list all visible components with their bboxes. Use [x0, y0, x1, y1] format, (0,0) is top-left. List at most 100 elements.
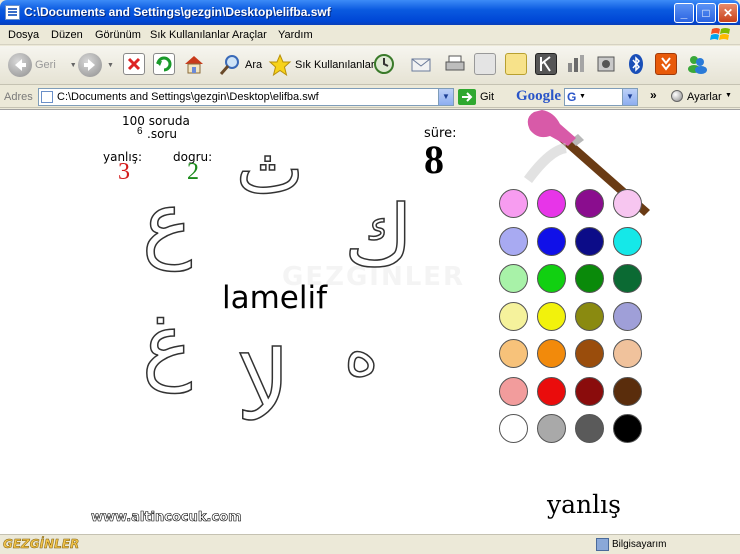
letter-tha[interactable]: ث	[235, 131, 304, 205]
palette-color-27[interactable]	[613, 414, 642, 443]
google-menu-icon[interactable]: ▼	[579, 93, 586, 100]
letter-ayn[interactable]: ع	[141, 179, 193, 265]
palette-color-19[interactable]	[613, 339, 642, 368]
document-icon	[5, 5, 20, 20]
wrong-count: 3	[118, 159, 130, 185]
palette-color-21[interactable]	[537, 376, 566, 406]
browser-window: C:\Documents and Settings\gezgin\Desktop…	[0, 0, 740, 554]
star-icon	[268, 53, 292, 77]
back-button[interactable]: Geri ▼	[8, 50, 77, 80]
favorites-label: Sık Kullanılanlar	[295, 59, 375, 71]
google-g-icon: G	[567, 90, 577, 104]
address-bar: Adres C:\Documents and Settings\gezgin\D…	[0, 86, 740, 108]
k-app-icon[interactable]	[535, 53, 557, 75]
search-button[interactable]: Ara	[218, 50, 262, 80]
flash-content: 100 soruda 6 .soru yanlış: 3 dogru: 2 sü…	[0, 109, 740, 534]
palette-color-1[interactable]	[537, 189, 566, 218]
bluetooth-icon[interactable]	[625, 53, 647, 75]
notes-icon[interactable]	[505, 53, 527, 75]
palette-color-24[interactable]	[499, 414, 528, 443]
download-icon[interactable]	[655, 53, 677, 75]
palette-color-16[interactable]	[499, 339, 528, 368]
minimize-button[interactable]: _	[674, 3, 694, 23]
settings-icon	[671, 90, 683, 102]
address-label: Adres	[4, 91, 33, 103]
letter-ha[interactable]: ه	[343, 319, 379, 387]
palette-color-26[interactable]	[575, 414, 604, 443]
windows-logo-icon	[710, 28, 730, 40]
more-chevron[interactable]: »	[650, 88, 657, 102]
palette-color-25[interactable]	[537, 414, 566, 443]
palette-color-14[interactable]	[575, 301, 604, 331]
letter-kaf[interactable]: ك	[343, 193, 414, 279]
menu-edit[interactable]: Düzen	[51, 29, 83, 41]
palette-color-20[interactable]	[499, 376, 528, 406]
palette-color-13[interactable]	[537, 301, 566, 331]
google-search-input[interactable]: G ▼ ▼	[564, 88, 638, 106]
home-icon[interactable]	[183, 53, 205, 75]
palette-color-18[interactable]	[575, 339, 604, 368]
computer-icon	[596, 538, 609, 551]
page-icon	[41, 91, 53, 103]
question-suffix: .soru	[147, 127, 177, 141]
address-input[interactable]: C:\Documents and Settings\gezgin\Desktop…	[38, 88, 454, 106]
letter-ghayn[interactable]: غ	[141, 301, 193, 387]
palette-color-5[interactable]	[537, 226, 566, 256]
palette-color-22[interactable]	[575, 376, 604, 406]
chart-tool-icon[interactable]	[565, 53, 587, 75]
palette-color-2[interactable]	[575, 189, 604, 218]
palette-color-9[interactable]	[537, 264, 566, 293]
menu-bar: Dosya Düzen Görünüm Sık Kullanılanlar Ar…	[0, 25, 740, 45]
menu-file[interactable]: Dosya	[8, 29, 39, 41]
palette-color-12[interactable]	[499, 301, 528, 331]
status-bar: GEZGİNLER Bilgisayarım	[0, 534, 740, 554]
settings-button[interactable]: Ayarlar	[687, 91, 722, 103]
search-label: Ara	[245, 59, 263, 71]
zone-label: Bilgisayarım	[612, 539, 667, 550]
google-logo: Google	[516, 88, 561, 104]
mail-icon[interactable]	[410, 53, 432, 75]
media-tool-icon[interactable]	[595, 53, 617, 75]
messenger-icon[interactable]	[686, 53, 708, 75]
history-icon[interactable]	[373, 53, 395, 75]
standard-toolbar: Geri ▼ ▼ Ara Sık Kullanılanlar	[0, 46, 740, 85]
search-icon	[218, 53, 242, 77]
forward-button[interactable]: ▼	[78, 50, 114, 80]
title-bar: C:\Documents and Settings\gezgin\Desktop…	[0, 0, 740, 25]
google-dropdown-icon[interactable]: ▼	[622, 89, 637, 105]
website-link[interactable]: www.altincocuk.com	[91, 510, 242, 526]
target-word: lamelif	[222, 280, 328, 316]
palette-color-0[interactable]	[499, 189, 528, 218]
letter-lamalif[interactable]: لا	[235, 337, 291, 435]
settings-dropdown-icon[interactable]: ▼	[725, 92, 732, 99]
menu-help[interactable]: Yardım	[278, 29, 313, 41]
menu-favorites[interactable]: Sık Kullanılanlar	[150, 29, 230, 41]
refresh-icon[interactable]	[153, 53, 175, 75]
palette-color-6[interactable]	[575, 226, 604, 256]
palette-color-11[interactable]	[613, 264, 642, 293]
maximize-button[interactable]: □	[696, 3, 716, 23]
palette-color-8[interactable]	[499, 264, 528, 293]
edit-icon[interactable]	[474, 53, 496, 75]
result-text: yanlış	[547, 490, 621, 519]
total-questions-text: 100 soruda	[122, 114, 190, 128]
palette-color-4[interactable]	[499, 226, 528, 256]
forward-arrow-icon	[78, 53, 102, 77]
address-dropdown-icon[interactable]: ▼	[438, 89, 453, 105]
stop-icon[interactable]	[123, 53, 145, 75]
go-label[interactable]: Git	[480, 91, 494, 103]
print-icon[interactable]	[444, 53, 466, 75]
palette-color-15[interactable]	[613, 301, 642, 331]
menu-view[interactable]: Görünüm	[95, 29, 141, 41]
palette-color-7[interactable]	[613, 226, 642, 256]
back-arrow-icon	[8, 53, 32, 77]
favorites-button[interactable]: Sık Kullanılanlar	[268, 50, 375, 80]
go-arrow-icon[interactable]	[458, 89, 476, 105]
palette-color-23[interactable]	[613, 376, 642, 406]
palette-color-10[interactable]	[575, 264, 604, 293]
menu-tools[interactable]: Araçlar	[232, 29, 267, 41]
brand-logo: GEZGİNLER	[3, 537, 80, 552]
palette-color-17[interactable]	[537, 339, 566, 368]
close-button[interactable]: ✕	[718, 3, 738, 23]
palette-color-3[interactable]	[613, 189, 642, 218]
